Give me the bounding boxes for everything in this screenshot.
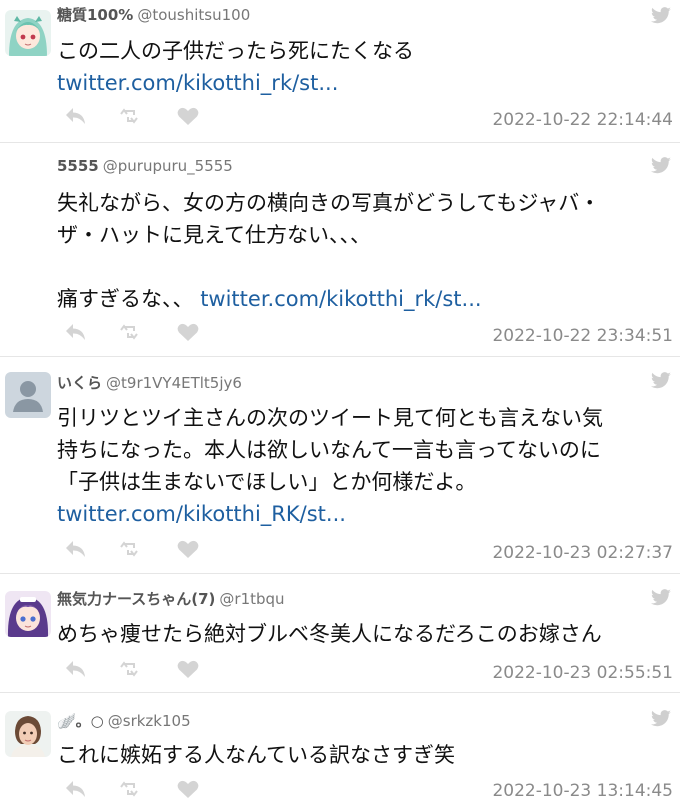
heart-icon[interactable]	[177, 660, 199, 683]
heart-icon[interactable]	[177, 323, 199, 346]
display-name[interactable]: いくら	[57, 374, 102, 392]
tweet-line: 痛すぎるな、、	[57, 287, 201, 311]
twitter-bird-icon	[651, 7, 671, 24]
user-handle[interactable]: @toushitsu100	[137, 6, 250, 24]
reply-icon[interactable]	[65, 660, 87, 682]
timestamp[interactable]: 2022-10-22 23:34:51	[492, 326, 673, 346]
tweet-header: 🪽。○ @srkzk105	[57, 712, 191, 730]
heart-icon[interactable]	[177, 540, 199, 563]
tweet-text: この二人の子供だったら死にたくなる twitter.com/kikotthi_r…	[57, 35, 668, 99]
timestamp[interactable]: 2022-10-23 02:55:51	[492, 663, 673, 683]
reply-icon[interactable]	[65, 540, 87, 562]
timestamp[interactable]: 2022-10-22 22:14:44	[492, 110, 673, 130]
retweet-icon[interactable]	[120, 780, 142, 802]
tweet-line: 持ちになった。本人は欲しいなんて一言も言ってないのに	[57, 438, 601, 462]
tweet-link[interactable]: twitter.com/kikotthi_RK/st...	[57, 502, 346, 526]
tweet-card[interactable]: 5555 @purupuru_5555 失礼ながら、女の方の横向きの写真がどうして…	[0, 143, 680, 357]
twitter-bird-icon	[651, 589, 671, 606]
heart-icon[interactable]	[177, 780, 199, 803]
reply-icon[interactable]	[65, 780, 87, 802]
tweet-line: 引リツとツイ主さんの次のツイート見て何とも言えない気	[57, 406, 603, 430]
twitter-bird-icon	[651, 157, 671, 174]
tweet-header: 5555 @purupuru_5555	[57, 157, 233, 175]
reply-icon[interactable]	[65, 107, 87, 129]
reply-icon[interactable]	[65, 323, 87, 345]
tweet-line: この二人の子供だったら死にたくなる	[57, 39, 414, 63]
twitter-bird-icon	[651, 710, 671, 727]
tweet-card[interactable]: いくら @t9r1VY4ETlt5jy6 引リツとツイ主さんの次のツイート見て何と…	[0, 357, 680, 574]
tweet-card[interactable]: 無気力ナースちゃん(7) @r1tbqu めちゃ痩せたら絶対ブルベ冬美人になるだろ…	[0, 574, 680, 693]
tweet-header: いくら @t9r1VY4ETlt5jy6	[57, 374, 242, 392]
tweet-card[interactable]: 🪽。○ @srkzk105 これに嫉妬する人なんている訳なさすぎ笑 2022-10…	[0, 693, 680, 809]
tweet-text: 失礼ながら、女の方の横向きの写真がどうしてもジャバ・ ザ・ハットに見えて仕方ない…	[57, 187, 668, 315]
display-name[interactable]: 無気力ナースちゃん(7)	[57, 590, 215, 608]
retweet-icon[interactable]	[120, 323, 142, 345]
default-profile-icon	[5, 372, 51, 418]
avatar[interactable]	[5, 711, 51, 757]
tweet-line: これに嫉妬する人なんている訳なさすぎ笑	[57, 743, 455, 767]
timestamp[interactable]: 2022-10-23 13:14:45	[492, 781, 673, 801]
tweet-header: 無気力ナースちゃん(7) @r1tbqu	[57, 590, 285, 608]
avatar[interactable]	[5, 10, 51, 56]
retweet-icon[interactable]	[120, 660, 142, 682]
user-handle[interactable]: @purupuru_5555	[103, 157, 233, 175]
tweet-card[interactable]: 糖質100% @toushitsu100 この二人の子供だったら死にたくなる tw…	[0, 0, 680, 143]
heart-icon[interactable]	[177, 107, 199, 130]
display-name[interactable]: 5555	[57, 157, 99, 175]
tweet-text: これに嫉妬する人なんている訳なさすぎ笑	[57, 739, 668, 771]
tweet-text: 引リツとツイ主さんの次のツイート見て何とも言えない気 持ちになった。本人は欲しい…	[57, 402, 668, 530]
user-handle[interactable]: @r1tbqu	[219, 590, 284, 608]
user-handle[interactable]: @srkzk105	[108, 712, 191, 730]
display-name[interactable]: 🪽。○	[57, 712, 104, 730]
tweet-text: めちゃ痩せたら絶対ブルベ冬美人になるだろこのお嫁さん	[57, 618, 668, 650]
tweet-line: 失礼ながら、女の方の横向きの写真がどうしてもジャバ・	[57, 191, 601, 215]
tweet-line: めちゃ痩せたら絶対ブルベ冬美人になるだろこのお嫁さん	[57, 622, 602, 646]
tweet-link[interactable]: twitter.com/kikotthi_rk/st...	[200, 287, 481, 311]
avatar[interactable]	[5, 372, 51, 418]
user-handle[interactable]: @t9r1VY4ETlt5jy6	[106, 374, 242, 392]
twitter-bird-icon	[651, 372, 671, 389]
tweet-line: 「子供は生まないでほしい」とか何様だよ。	[57, 470, 477, 494]
tweet-line-blank	[57, 251, 668, 283]
avatar[interactable]	[5, 591, 51, 637]
retweet-icon[interactable]	[120, 107, 142, 129]
timestamp[interactable]: 2022-10-23 02:27:37	[492, 543, 673, 563]
display-name[interactable]: 糖質100%	[57, 6, 133, 24]
tweet-link[interactable]: twitter.com/kikotthi_rk/st...	[57, 71, 338, 95]
tweet-line: ザ・ハットに見えて仕方ない、、、	[57, 223, 371, 247]
retweet-icon[interactable]	[120, 540, 142, 562]
tweet-header: 糖質100% @toushitsu100	[57, 6, 250, 24]
